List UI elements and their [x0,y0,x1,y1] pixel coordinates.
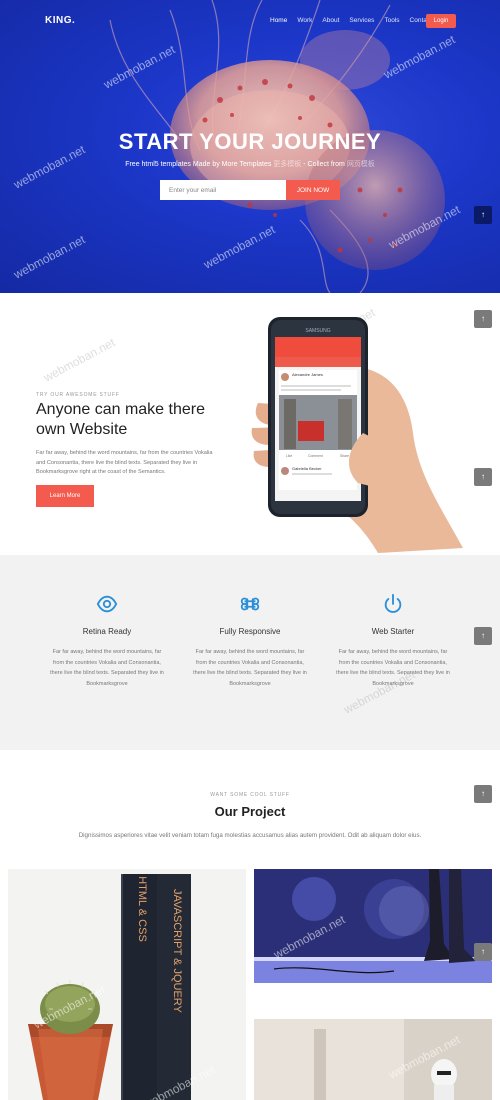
arrow-up-icon: ↑ [481,631,485,640]
join-now-button[interactable]: JOIN NOW [286,180,340,200]
feature-text: Far far away, behind the word mountains,… [336,649,450,687]
hero-subtitle: Free html5 templates Made by More Templa… [0,159,500,169]
email-input[interactable] [160,180,286,200]
feature-title: Retina Ready [82,627,132,636]
project-section: WANT SOME COOL STUFF Our Project Digniss… [0,750,500,1100]
arrow-up-icon: ↑ [481,472,485,481]
hero-subtitle-link[interactable]: 网页模板 [347,161,375,168]
feature-title: Fully Responsive [219,627,281,636]
phone-post-author: Alexandre James [292,372,323,377]
project-tile-toy[interactable] [254,1019,492,1100]
project-tile-stage[interactable] [254,869,492,983]
nav-link-tools[interactable]: Tools [384,17,399,24]
command-icon [240,597,260,611]
watermark: webmoban.net [41,335,118,385]
phone-post2-author: Gabriella Becker [292,466,322,471]
phone-like-label: Like [286,454,292,458]
concert-stage-image [254,869,492,983]
nav-links: Home Work About Services Tools Contact [270,17,442,24]
nav-link-services[interactable]: Services [349,17,374,24]
book-title-javascript: JAVASCRIPT & JQUERY [171,889,183,1014]
about-eyebrow: TRY OUR AWESOME STUFF [36,392,120,398]
hero-section: webmoban.net webmoban.net webmoban.net w… [0,0,500,293]
scroll-to-top-button[interactable]: ↑ [474,206,492,224]
project-text: Dignissimos asperiores vitae velit venia… [78,832,422,839]
project-eyebrow: WANT SOME COOL STUFF [210,792,290,798]
nav-link-home[interactable]: Home [270,17,287,24]
learn-more-button[interactable]: Learn More [36,485,94,507]
book-title-html-css: HTML & CSS [136,876,148,942]
scroll-to-top-button[interactable]: ↑ [474,785,492,803]
scroll-to-top-button[interactable]: ↑ [474,943,492,961]
feature-fully-responsive: Fully Responsive Far far away, behind th… [190,593,310,689]
feature-retina-ready: Retina Ready Far far away, behind the wo… [47,593,167,689]
login-button[interactable]: Login [426,14,456,28]
nav-link-about[interactable]: About [322,17,339,24]
features-section: webmoban.net Retina Ready Far far away, … [0,555,500,750]
eye-icon [96,595,118,613]
feature-text: Far far away, behind the word mountains,… [193,649,307,687]
about-text: Far far away, behind the word mountains,… [36,450,213,475]
feature-title: Web Starter [371,627,415,636]
hero-subtitle-end: - Collect from [301,161,345,168]
scroll-to-top-button[interactable]: ↑ [474,310,492,328]
feature-web-starter: Web Starter Far far away, behind the wor… [333,593,453,689]
feature-text: Far far away, behind the word mountains,… [50,649,164,687]
stormtrooper-toy-image [254,1019,492,1100]
project-title: Our Project [214,804,286,819]
arrow-up-icon: ↑ [481,210,485,219]
about-title: Anyone can make there own Website [36,401,205,438]
phone-share-label: Share [340,454,349,458]
phone-in-hand-image: SAMSUNG Alexandre James Like Comment Sha… [251,317,463,553]
arrow-up-icon: ↑ [481,314,485,323]
books-cactus-image: HTML & CSS JAVASCRIPT & JQUERY [28,874,191,1100]
scroll-to-top-button[interactable]: ↑ [474,468,492,486]
power-icon [384,593,402,613]
phone-brand: SAMSUNG [305,328,330,334]
top-navigation: KING. Home Work About Services Tools Con… [0,10,500,32]
phone-comment-label: Comment [308,454,323,458]
arrow-up-icon: ↑ [481,947,485,956]
site-logo[interactable]: KING. [45,15,75,26]
hero-title: START YOUR JOURNEY [118,129,382,154]
scroll-to-top-button[interactable]: ↑ [474,627,492,645]
hero-subtitle-faint: 更多模板 [273,161,302,168]
hero-subtitle-text: Free html5 templates Made by More Templa… [125,161,272,168]
about-section: webmoban.net webmoban.net TRY OUR AWESOM… [0,293,500,555]
project-tile-books[interactable]: HTML & CSS JAVASCRIPT & JQUERY [8,869,246,1100]
arrow-up-icon: ↑ [481,789,485,798]
nav-link-work[interactable]: Work [297,17,312,24]
